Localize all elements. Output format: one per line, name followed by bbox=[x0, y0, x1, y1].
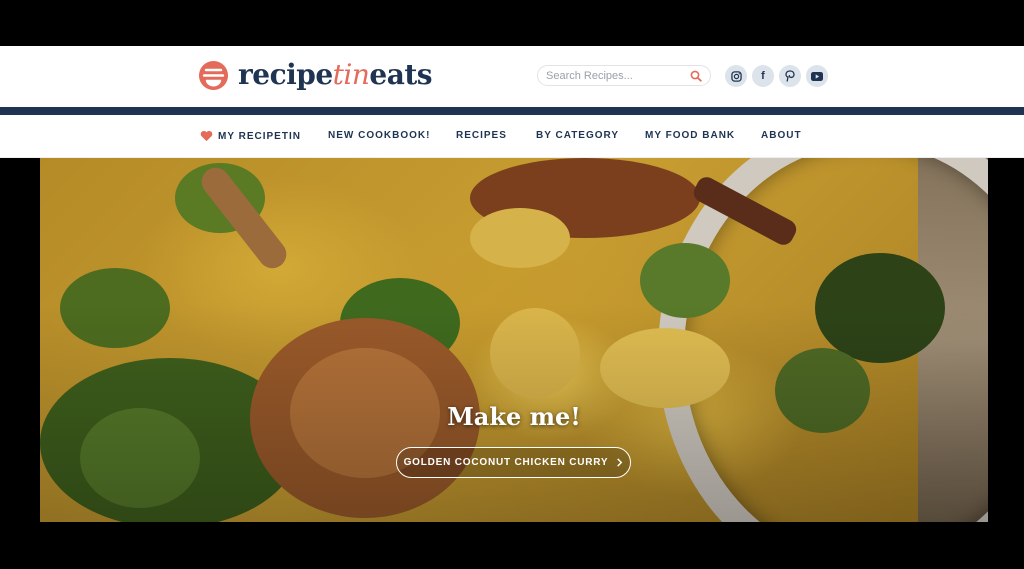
logo-mark-icon bbox=[198, 60, 229, 90]
nav-item-new-cookbook[interactable]: NEW COOKBOOK! bbox=[328, 130, 430, 141]
screen-letterbox-top bbox=[0, 0, 1024, 46]
nav-item-by-category[interactable]: BY CATEGORY bbox=[536, 130, 619, 141]
search-placeholder: Search Recipes... bbox=[546, 69, 633, 82]
nav-item-about[interactable]: ABOUT bbox=[761, 130, 802, 141]
site-logo[interactable]: recipetineats bbox=[198, 58, 433, 92]
facebook-icon[interactable]: f bbox=[752, 65, 774, 87]
nav-item-my-food-bank[interactable]: MY FOOD BANK bbox=[645, 130, 735, 141]
youtube-icon[interactable] bbox=[806, 65, 828, 87]
heart-icon bbox=[200, 130, 213, 142]
main-nav: MY RECIPETIN NEW COOKBOOK! RECIPES BY CA… bbox=[0, 115, 1024, 158]
pinterest-icon[interactable] bbox=[779, 65, 801, 87]
nav-item-recipes[interactable]: RECIPES bbox=[456, 130, 507, 141]
screen-letterbox-bottom bbox=[0, 522, 1024, 569]
social-links: f bbox=[725, 65, 828, 87]
hero-title: Make me! bbox=[447, 402, 581, 431]
search-icon[interactable] bbox=[690, 70, 702, 82]
site-header: recipetineats Search Recipes... f bbox=[0, 46, 1024, 107]
header-divider-bar bbox=[0, 107, 1024, 115]
nav-item-my-recipetin[interactable]: MY RECIPETIN bbox=[200, 130, 301, 142]
instagram-icon[interactable] bbox=[725, 65, 747, 87]
chevron-right-icon bbox=[617, 458, 623, 467]
logo-wordmark: recipetineats bbox=[238, 58, 433, 91]
search-input[interactable]: Search Recipes... bbox=[537, 65, 711, 86]
hero-banner[interactable]: Make me! GOLDEN COCONUT CHICKEN CURRY bbox=[40, 158, 988, 522]
featured-recipe-label: GOLDEN COCONUT CHICKEN CURRY bbox=[403, 457, 609, 468]
featured-recipe-button[interactable]: GOLDEN COCONUT CHICKEN CURRY bbox=[396, 447, 631, 478]
